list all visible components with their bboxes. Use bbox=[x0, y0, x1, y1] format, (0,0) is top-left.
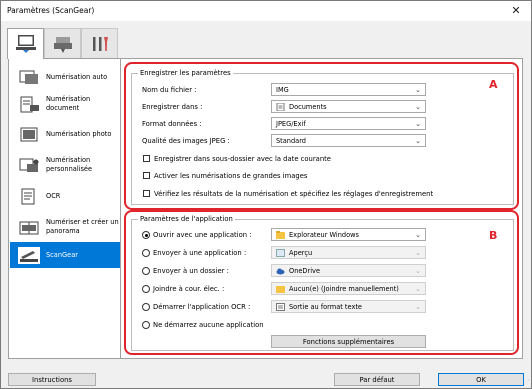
close-button[interactable]: ✕ bbox=[503, 2, 529, 19]
no-app-radio[interactable] bbox=[142, 321, 150, 329]
defaults-button[interactable]: Par défaut bbox=[334, 373, 420, 386]
chevron-down-icon: ⌄ bbox=[415, 137, 421, 145]
panorama-icon bbox=[19, 221, 39, 234]
text-output-icon bbox=[276, 302, 285, 311]
sidebar-item-label: Numérisation personnalisée bbox=[46, 156, 93, 173]
email-radio[interactable] bbox=[142, 285, 150, 293]
open-app-radio[interactable] bbox=[142, 231, 150, 239]
send-app-value: Aperçu bbox=[289, 248, 313, 257]
email-label: Joindre à cour. élec. : bbox=[153, 285, 225, 293]
send-folder-select[interactable]: OneDrive ⌄ bbox=[271, 264, 426, 277]
subfolder-date-checkbox[interactable] bbox=[143, 155, 150, 162]
file-name-value: IMG bbox=[276, 85, 289, 94]
jpeg-quality-value: Standard bbox=[276, 136, 306, 145]
no-app-label: Ne démarrez aucune application bbox=[153, 321, 264, 329]
document-scan-icon bbox=[20, 96, 39, 112]
send-app-radio[interactable] bbox=[142, 249, 150, 257]
jpeg-quality-label: Qualité des images JPEG : bbox=[142, 137, 230, 145]
tab-scan-from-computer[interactable] bbox=[7, 28, 44, 59]
save-in-label: Enregistrer dans : bbox=[142, 103, 203, 111]
ocr-value: Sortie au format texte bbox=[289, 302, 362, 311]
file-name-input[interactable]: IMG ⌄ bbox=[271, 83, 426, 96]
sidebar-item-label: ScanGear bbox=[46, 250, 78, 259]
chevron-down-icon: ⌄ bbox=[415, 120, 421, 128]
auto-scan-icon bbox=[19, 70, 38, 84]
scan-mode-sidebar: Numérisation auto Numérisation document … bbox=[8, 58, 121, 359]
chevron-down-icon: ⌄ bbox=[415, 303, 421, 311]
send-app-select[interactable]: Aperçu ⌄ bbox=[271, 246, 426, 259]
title-bar: Paramètres (ScanGear) ✕ bbox=[1, 1, 531, 21]
sidebar-item-photo-scan[interactable]: Numérisation photo bbox=[10, 119, 120, 149]
email-select[interactable]: Aucun(e) (Joindre manuellement) ⌄ bbox=[271, 282, 426, 295]
scan-from-operation-panel-icon bbox=[53, 36, 72, 53]
onedrive-cloud-icon bbox=[276, 268, 285, 274]
scan-from-computer-icon bbox=[15, 35, 36, 53]
sidebar-item-auto-scan[interactable]: Numérisation auto bbox=[10, 65, 120, 89]
file-explorer-icon bbox=[276, 230, 285, 239]
ocr-radio[interactable] bbox=[142, 303, 150, 311]
subfolder-date-label: Enregistrer dans sous-dossier avec la da… bbox=[154, 155, 331, 163]
resize-grip-icon[interactable]: ⋰ bbox=[523, 379, 529, 386]
preview-app-icon bbox=[276, 248, 285, 257]
data-format-value: JPEG/Exif bbox=[276, 119, 306, 128]
jpeg-quality-select[interactable]: Standard ⌄ bbox=[271, 134, 426, 147]
ocr-icon bbox=[21, 188, 35, 204]
chevron-down-icon: ⌄ bbox=[415, 103, 421, 111]
more-functions-button[interactable]: Fonctions supplémentaires bbox=[271, 335, 426, 348]
sidebar-item-panorama[interactable]: Numériser et créer un panorama bbox=[10, 212, 120, 242]
send-folder-label: Envoyer à un dossier : bbox=[153, 267, 229, 275]
verify-results-label: Vérifiez les résultats de la numérisatio… bbox=[154, 190, 434, 198]
email-value: Aucun(e) (Joindre manuellement) bbox=[289, 284, 399, 293]
save-in-value: Documents bbox=[289, 102, 327, 111]
scangear-icon bbox=[18, 246, 40, 264]
sidebar-item-label: Numériser et créer un panorama bbox=[46, 218, 119, 235]
app-settings-title: Paramètres de l'application bbox=[138, 215, 235, 223]
sidebar-item-label: Numérisation document bbox=[46, 95, 91, 112]
sidebar-item-ocr[interactable]: OCR bbox=[10, 181, 120, 211]
chevron-down-icon: ⌄ bbox=[415, 285, 421, 293]
large-images-checkbox[interactable] bbox=[143, 172, 150, 179]
send-folder-radio[interactable] bbox=[142, 267, 150, 275]
data-format-label: Format données : bbox=[142, 120, 202, 128]
instructions-button[interactable]: Instructions bbox=[8, 373, 96, 386]
ocr-select[interactable]: Sortie au format texte ⌄ bbox=[271, 300, 426, 313]
window-title: Paramètres (ScanGear) bbox=[7, 6, 95, 15]
open-app-value: Explorateur Windows bbox=[289, 230, 359, 239]
sidebar-item-label: Numérisation photo bbox=[46, 129, 112, 138]
open-app-label: Ouvrir avec une application : bbox=[153, 231, 252, 239]
sidebar-item-label: OCR bbox=[46, 191, 61, 200]
sidebar-item-scangear[interactable]: ScanGear bbox=[10, 242, 120, 268]
attachment-folder-icon bbox=[276, 285, 285, 293]
documents-folder-icon bbox=[276, 102, 285, 111]
photo-scan-icon bbox=[20, 127, 38, 141]
ocr-label: Démarrer l'application OCR : bbox=[153, 303, 251, 311]
chevron-down-icon: ⌄ bbox=[415, 249, 421, 257]
send-folder-value: OneDrive bbox=[289, 266, 321, 275]
chevron-down-icon: ⌄ bbox=[415, 86, 421, 94]
data-format-select[interactable]: JPEG/Exif ⌄ bbox=[271, 117, 426, 130]
sidebar-item-label: Numérisation auto bbox=[46, 72, 108, 81]
large-images-label: Activer les numérisations de grandes ima… bbox=[154, 172, 308, 180]
tab-scan-from-panel[interactable] bbox=[44, 28, 81, 58]
tab-general-settings[interactable] bbox=[81, 28, 118, 58]
save-in-select[interactable]: Documents ⌄ bbox=[271, 100, 426, 113]
ok-button[interactable]: OK bbox=[438, 373, 524, 386]
general-settings-tools-icon bbox=[92, 36, 108, 51]
open-app-select[interactable]: Explorateur Windows ⌄ bbox=[271, 228, 426, 241]
file-name-label: Nom du fichier : bbox=[142, 86, 197, 94]
chevron-down-icon: ⌄ bbox=[415, 267, 421, 275]
save-settings-title: Enregistrer les paramètres bbox=[138, 69, 233, 77]
send-app-label: Envoyer à une application : bbox=[153, 249, 247, 257]
sidebar-item-document-scan[interactable]: Numérisation document bbox=[10, 90, 120, 118]
settings-window: Paramètres (ScanGear) ✕ Numérisation aut… bbox=[0, 0, 532, 389]
settings-panel: A Enregistrer les paramètres Nom du fich… bbox=[120, 58, 523, 359]
verify-results-checkbox[interactable] bbox=[143, 190, 150, 197]
chevron-down-icon: ⌄ bbox=[415, 231, 421, 239]
sidebar-item-custom-scan[interactable]: Numérisation personnalisée bbox=[10, 150, 120, 180]
custom-scan-icon bbox=[19, 158, 39, 172]
